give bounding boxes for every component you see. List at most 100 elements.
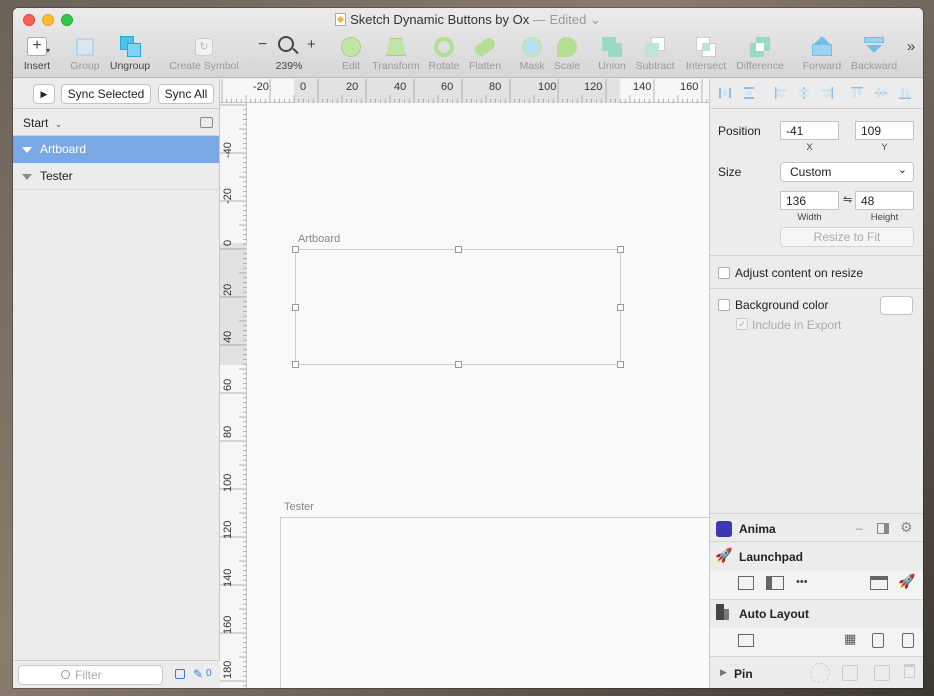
pages-panel-icon[interactable] <box>200 117 213 128</box>
intersect-button[interactable]: Intersect <box>683 36 729 72</box>
align-right-icon[interactable] <box>820 86 834 100</box>
grid-icon[interactable]: ▦ <box>844 631 856 647</box>
distribute-horizontal-icon[interactable] <box>718 86 732 100</box>
layer-name: Tester <box>40 169 73 183</box>
sync-selected-button[interactable]: Sync Selected <box>61 84 151 104</box>
more-options-icon[interactable]: ••• <box>796 576 808 588</box>
resize-handle[interactable] <box>617 304 624 311</box>
sync-layout-icon[interactable] <box>738 576 754 590</box>
resize-handle[interactable] <box>455 361 462 368</box>
height-field[interactable]: 48 <box>855 191 914 210</box>
height-label: Height <box>870 212 899 223</box>
divider <box>710 288 923 289</box>
layer-row-artboard[interactable]: Artboard <box>13 136 219 163</box>
disclosure-triangle-icon[interactable]: ▶ <box>720 667 727 678</box>
trash-icon[interactable] <box>904 664 915 678</box>
split-view-icon[interactable] <box>766 576 784 590</box>
edit-button[interactable]: Edit <box>337 36 365 72</box>
union-button[interactable]: Union <box>596 36 628 72</box>
flatten-button[interactable]: Flatten <box>467 35 503 72</box>
align-middle-icon[interactable] <box>874 86 888 100</box>
toolbar-overflow-button[interactable]: » <box>903 38 919 55</box>
gear-icon[interactable]: ⚙ <box>900 519 913 536</box>
auto-layout-actions: ▦ <box>710 628 923 656</box>
artboard-label[interactable]: Artboard <box>298 233 340 245</box>
resize-handle[interactable] <box>455 246 462 253</box>
create-symbol-button[interactable]: ↻ Create Symbol <box>167 36 241 72</box>
rotate-button[interactable]: Rotate <box>426 36 462 72</box>
resize-handle[interactable] <box>617 246 624 253</box>
resize-handle[interactable] <box>292 304 299 311</box>
sidebar-toggle-icon[interactable] <box>877 523 889 534</box>
divider <box>710 513 923 514</box>
pin-header[interactable]: ▶ Pin <box>710 663 923 688</box>
pin-center-icon[interactable] <box>842 665 858 681</box>
resize-handle[interactable] <box>292 361 299 368</box>
title-chevron-icon[interactable]: ⌄ <box>590 12 601 27</box>
edit-pencil-icon[interactable]: ✎ <box>193 667 203 681</box>
play-button[interactable]: ▶ <box>33 84 55 104</box>
device-tablet-icon[interactable] <box>872 633 884 648</box>
align-left-icon[interactable] <box>774 86 788 100</box>
scale-button[interactable]: Scale <box>551 36 583 72</box>
size-preset-select[interactable]: Custom ⌄ <box>780 162 914 182</box>
zoom-in-button[interactable]: + <box>307 36 316 53</box>
insert-plus-icon: + ▾ <box>21 36 53 58</box>
transform-button[interactable]: Transform <box>370 36 422 72</box>
tester-artboard-frame[interactable] <box>280 517 720 688</box>
layer-name: Artboard <box>40 142 87 156</box>
align-top-icon[interactable] <box>850 86 864 100</box>
canvas[interactable]: Artboard Tester <box>247 103 720 688</box>
disclosure-triangle-icon[interactable] <box>22 174 32 180</box>
forward-button[interactable]: Forward <box>800 36 844 72</box>
pin-edge-icon[interactable] <box>874 665 890 681</box>
filter-input[interactable]: Filter <box>18 665 163 685</box>
artboard-frame[interactable] <box>295 249 621 365</box>
group-icon <box>67 36 103 58</box>
include-in-export-checkbox[interactable]: ✓ <box>736 318 748 330</box>
disclosure-triangle-icon[interactable] <box>22 147 32 153</box>
width-field[interactable]: 136 <box>780 191 839 210</box>
device-phone-icon[interactable] <box>902 633 914 648</box>
position-y-field[interactable]: 109 <box>855 121 914 140</box>
vertical-ruler[interactable]: -40 -20 0 20 40 60 80 100 120 140 160 18… <box>220 103 247 688</box>
backward-button[interactable]: Backward <box>849 36 899 72</box>
browser-window-icon[interactable] <box>870 576 888 590</box>
adjust-content-checkbox[interactable] <box>718 267 730 279</box>
resize-handle[interactable] <box>292 246 299 253</box>
insert-button[interactable]: + ▾ Insert <box>21 36 53 72</box>
align-bottom-icon[interactable] <box>898 86 912 100</box>
group-button[interactable]: Group <box>67 36 103 72</box>
launch-rocket-icon[interactable]: 🚀 <box>898 573 915 590</box>
inspector-panel: Position -41 109 X Y Size Custom ⌄ 136 ⇋… <box>709 79 923 688</box>
y-label: Y <box>881 142 888 153</box>
background-color-swatch[interactable] <box>880 296 913 315</box>
distribute-vertical-icon[interactable] <box>742 86 756 100</box>
minimize-panel-icon[interactable]: _ <box>856 516 863 530</box>
zoom-level: 239% <box>275 60 303 72</box>
artboard-label[interactable]: Tester <box>284 501 314 513</box>
lock-ratio-icon[interactable]: ⇋ <box>843 193 852 206</box>
layer-row-tester[interactable]: Tester <box>13 163 219 190</box>
sketch-document-icon <box>335 13 347 26</box>
sync-all-button[interactable]: Sync All <box>158 84 214 104</box>
horizontal-ruler[interactable]: -20 0 20 40 60 80 100 120 140 160 <box>220 79 709 103</box>
position-x-field[interactable]: -41 <box>780 121 839 140</box>
page-chevron-icon: ⌄ <box>54 119 63 129</box>
document-name: Sketch Dynamic Buttons by Ox <box>350 12 530 27</box>
page-selector[interactable]: Start ⌄ <box>13 109 219 136</box>
resize-to-fit-button[interactable]: Resize to Fit <box>780 227 914 247</box>
difference-button[interactable]: Difference <box>734 36 786 72</box>
anima-plugin-header[interactable]: Anima _ ⚙ <box>710 516 923 547</box>
resize-handle[interactable] <box>617 361 624 368</box>
ungroup-button[interactable]: Ungroup <box>107 36 153 72</box>
mask-button[interactable]: Mask <box>517 36 547 72</box>
ruler-label: 0 <box>222 239 234 246</box>
zoom-out-button[interactable]: − <box>258 36 267 54</box>
subtract-button[interactable]: Subtract <box>633 36 677 72</box>
copy-icon[interactable] <box>175 669 185 679</box>
pin-anchor-icon[interactable] <box>810 663 830 683</box>
background-color-checkbox[interactable] <box>718 299 730 311</box>
align-center-icon[interactable] <box>797 86 811 100</box>
artboard-layout-icon[interactable] <box>738 634 754 647</box>
